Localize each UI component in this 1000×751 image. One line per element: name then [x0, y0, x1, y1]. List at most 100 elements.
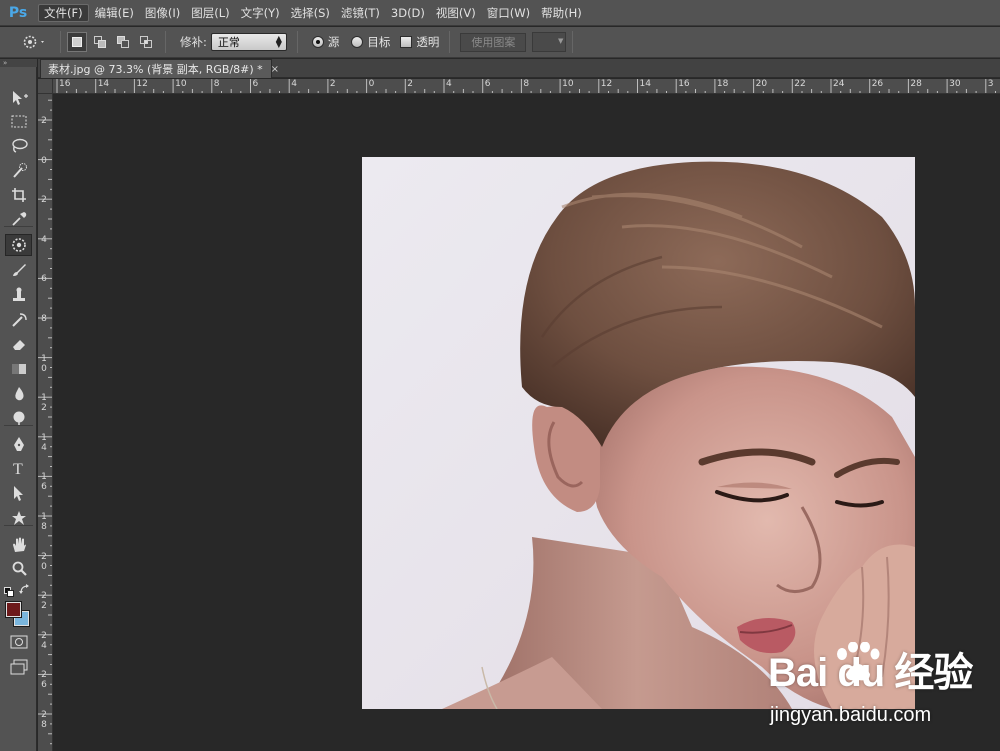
- document-tab-bar: 素材.jpg @ 73.3% (背景 副本, RGB/8#) * ×: [38, 59, 1000, 78]
- screen-mode-button[interactable]: [5, 656, 32, 678]
- pen-tool[interactable]: [5, 433, 32, 455]
- menu-item[interactable]: 图层(L): [186, 4, 234, 22]
- quick-mask-button[interactable]: [5, 631, 32, 653]
- ruler-label: 2 6: [41, 670, 47, 691]
- gradient-icon: [11, 364, 26, 374]
- zoom-tool[interactable]: [5, 558, 32, 580]
- ruler-label: 1 6: [41, 472, 47, 493]
- hand-icon: [12, 537, 26, 552]
- ruler-label: 2: [407, 79, 414, 89]
- ruler-label: 1 2: [41, 393, 47, 414]
- menu-item[interactable]: 滤镜(T): [336, 4, 385, 22]
- ruler-origin[interactable]: [38, 79, 53, 94]
- blur-tool[interactable]: [5, 383, 32, 405]
- swap-colors-icon[interactable]: [19, 584, 31, 596]
- menu-item[interactable]: 窗口(W): [482, 4, 535, 22]
- patch-icon: [23, 35, 44, 49]
- history-brush-tool[interactable]: [5, 309, 32, 331]
- new-selection-icon: [72, 37, 82, 47]
- eraser-tool[interactable]: [5, 333, 32, 355]
- ruler-label: 24: [833, 79, 845, 89]
- ruler-label: 18: [716, 79, 729, 89]
- patch-tool[interactable]: [5, 234, 32, 256]
- menu-item[interactable]: 选择(S): [286, 4, 335, 22]
- document-tab[interactable]: 素材.jpg @ 73.3% (背景 副本, RGB/8#) * ×: [40, 59, 279, 78]
- ruler-label: 0: [368, 79, 375, 89]
- lasso-tool[interactable]: [5, 135, 32, 157]
- default-colors-icon[interactable]: [4, 587, 14, 597]
- baidu-jingyan-watermark: Bai du 经验 jingyan.baidu.com: [768, 640, 988, 740]
- pen-icon: [13, 437, 24, 451]
- ruler-label: 20: [755, 79, 768, 89]
- ruler-label: 16: [678, 79, 690, 89]
- foreground-color-swatch[interactable]: [5, 601, 22, 618]
- ruler-label: 6: [484, 79, 491, 89]
- type-icon: T: [13, 461, 23, 477]
- ruler-label: 6: [252, 79, 259, 89]
- eraser-icon: [12, 340, 25, 350]
- marquee-icon: [11, 115, 26, 128]
- clone-stamp-tool[interactable]: [5, 284, 32, 306]
- patch-icon: [11, 238, 26, 252]
- path-selection-tool[interactable]: [5, 482, 32, 504]
- ruler-label: 8: [213, 79, 220, 89]
- brush-tool[interactable]: [5, 259, 32, 281]
- ruler-label: 8: [41, 314, 47, 324]
- transparent-label: 透明: [416, 35, 440, 49]
- destination-radio[interactable]: [351, 36, 364, 48]
- intersect-selection-button[interactable]: [136, 32, 156, 52]
- use-pattern-button[interactable]: 使用图案: [460, 32, 527, 52]
- horizontal-ruler[interactable]: 16 14 12 10 8 6 4 2 0 2 4 6 8 10 12 14 16 18 20 22 24 26 28 30 3: [53, 79, 1000, 94]
- patch-mode-select[interactable]: 正常 ▲ ▼: [210, 33, 287, 51]
- marquee-tool[interactable]: [5, 111, 32, 133]
- menu-item[interactable]: 编辑(E): [90, 4, 139, 22]
- menu-item[interactable]: 视图(V): [431, 4, 481, 22]
- crop-tool[interactable]: [5, 184, 32, 206]
- ruler-label: 4: [41, 234, 47, 245]
- path-selection-icon: [13, 486, 23, 501]
- transparent-checkbox[interactable]: [400, 36, 413, 48]
- ruler-label: 14: [639, 79, 651, 89]
- gradient-tool[interactable]: [5, 358, 32, 380]
- separator: [449, 31, 451, 53]
- tool-preset-picker[interactable]: [14, 31, 54, 53]
- close-icon[interactable]: ×: [271, 64, 279, 75]
- ruler-label: 1 8: [41, 512, 47, 532]
- menu-item[interactable]: 文字(Y): [236, 4, 285, 22]
- add-selection-button[interactable]: [90, 32, 110, 52]
- add-selection-icon: [94, 36, 106, 48]
- pattern-picker[interactable]: ▼: [532, 32, 567, 52]
- menu-item[interactable]: 帮助(H): [536, 4, 587, 22]
- ruler-label: 10: [562, 79, 574, 89]
- ruler-label: 26: [871, 79, 884, 89]
- ruler-label: 22: [794, 79, 806, 89]
- new-selection-button[interactable]: [67, 32, 87, 52]
- menu-item[interactable]: 图像(I): [140, 4, 185, 22]
- ruler-label: 12: [600, 79, 613, 89]
- move-tool[interactable]: [5, 87, 32, 109]
- subtract-selection-button[interactable]: [113, 32, 133, 52]
- menu-item[interactable]: 文件(F): [38, 3, 89, 22]
- separator: [60, 31, 61, 53]
- toolbox-grip[interactable]: »: [0, 59, 37, 67]
- hand-tool[interactable]: [5, 534, 32, 556]
- separator: [572, 31, 574, 53]
- document-image[interactable]: [362, 157, 915, 709]
- ruler-label: 2 4: [41, 630, 47, 651]
- separator: [165, 31, 166, 53]
- crop-icon: [11, 188, 26, 202]
- destination-label: 目标: [367, 35, 391, 49]
- zoom-icon: [12, 561, 27, 576]
- source-radio[interactable]: [311, 36, 324, 48]
- watermark-url: jingyan.baidu.com: [770, 704, 932, 726]
- lasso-icon: [11, 138, 28, 153]
- ruler-label: 2: [41, 116, 47, 126]
- ruler-label: 3: [987, 79, 994, 89]
- move-icon: [12, 91, 28, 105]
- type-tool[interactable]: T: [5, 457, 32, 479]
- ruler-label: 4: [446, 79, 452, 89]
- vertical-ruler[interactable]: 2 0 2 4 6 8 1 0 1 2 1 4 1 6 1 8 2 0 2 2 2 4 2 6 2 8: [38, 94, 53, 751]
- menu-item[interactable]: 3D(D): [386, 4, 430, 22]
- ruler-label: 14: [97, 79, 110, 89]
- quick-selection-tool[interactable]: [5, 160, 32, 182]
